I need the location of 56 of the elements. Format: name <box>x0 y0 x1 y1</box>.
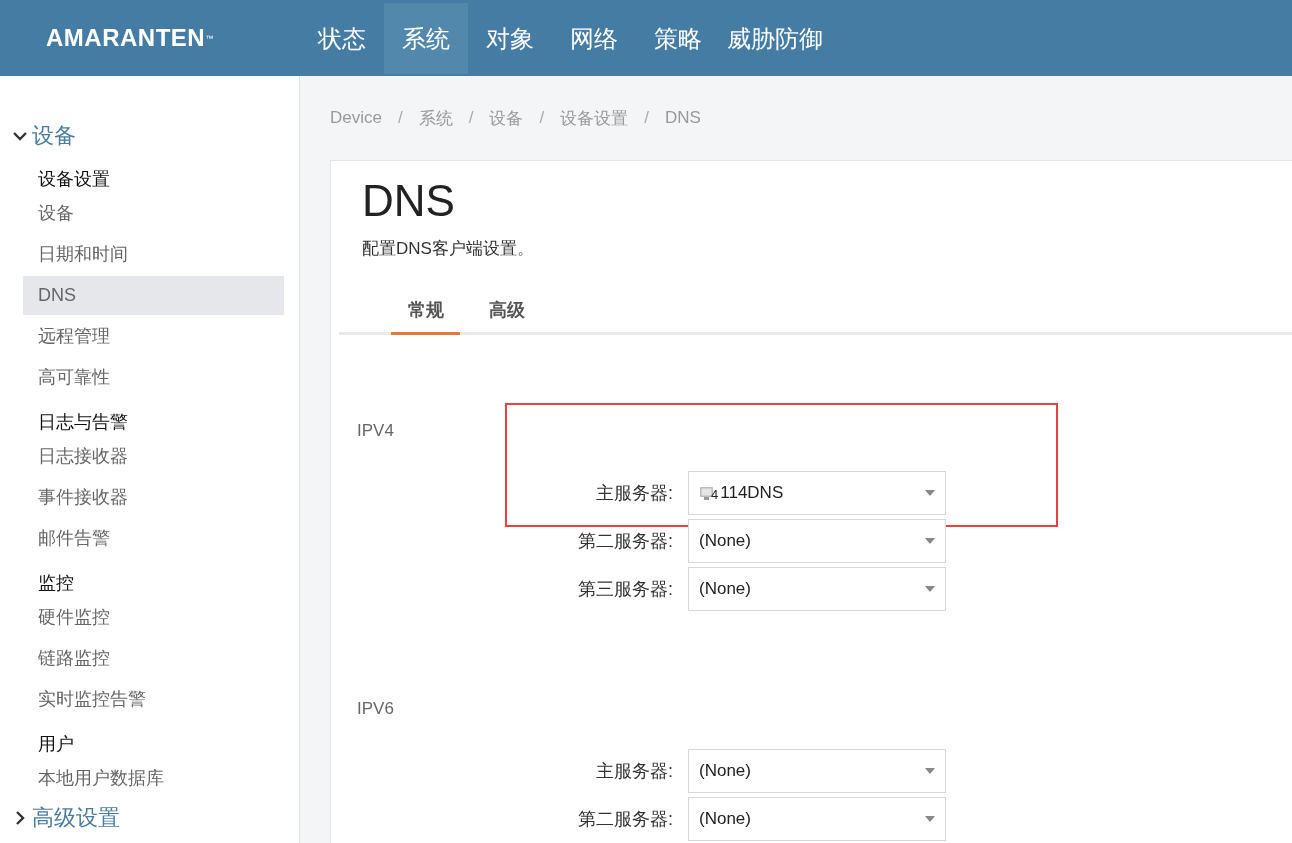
page-description: 配置DNS客户端设置。 <box>362 238 535 260</box>
caret-icon <box>925 538 935 544</box>
sidebar-group[interactable]: 高级设置 <box>0 800 299 836</box>
sidebar-item[interactable]: 设备 <box>23 194 284 233</box>
field-label: 第二服务器: <box>577 530 674 553</box>
sidebar-item[interactable]: 事件接收器 <box>23 478 284 517</box>
dropdown-value: (None) <box>699 809 752 829</box>
dropdown-value: (None) <box>699 531 752 551</box>
section-title: IPV6 <box>357 699 395 720</box>
logo: AMARANTEN$^{™}$ <box>45 23 215 53</box>
dropdown-field[interactable]: (None) <box>688 567 946 611</box>
sidebar-item[interactable]: 链路监控 <box>23 639 284 678</box>
page-title: DNS <box>362 175 456 227</box>
breadcrumb-separator: / <box>539 108 545 128</box>
field-label: 第三服务器: <box>577 578 674 601</box>
sidebar-item[interactable]: 本地用户数据库 <box>23 759 284 798</box>
dropdown-field[interactable]: (None) <box>688 749 946 793</box>
sidebar-item[interactable]: 实时监控告警 <box>23 680 284 719</box>
sidebar-item[interactable]: 日志接收器 <box>23 437 284 476</box>
section-title: IPV4 <box>357 421 395 442</box>
breadcrumb-separator: / <box>644 108 649 128</box>
field-label: 主服务器: <box>595 760 674 783</box>
tab[interactable]: 高级 <box>472 298 541 335</box>
dropdown-value: 114DNS <box>720 483 785 503</box>
nav-tab[interactable]: 策略 <box>636 3 720 74</box>
nav-tab[interactable]: 对象 <box>468 3 552 74</box>
nav-tab[interactable]: 系统 <box>384 3 468 74</box>
field-label: 主服务器: <box>595 482 674 505</box>
nav-tab[interactable]: 状态 <box>300 3 384 74</box>
sidebar-item[interactable]: 硬件监控 <box>23 598 284 637</box>
tab[interactable]: 常规 <box>391 298 460 335</box>
nav-tab[interactable]: 网络 <box>552 3 636 74</box>
dropdown-value: (None) <box>699 761 752 781</box>
caret-icon <box>925 816 935 822</box>
sidebar-item[interactable]: 远程管理 <box>23 317 284 356</box>
sidebar-section-title: 用户 <box>37 733 75 756</box>
sidebar-item[interactable]: 邮件告警 <box>23 519 284 558</box>
sidebar-section-title: 监控 <box>37 572 75 595</box>
dropdown-field[interactable]: (None) <box>688 797 946 841</box>
breadcrumb-separator: / <box>468 108 474 128</box>
dropdown-value: (None) <box>699 579 752 599</box>
dropdown-field[interactable]: 4 114DNS <box>688 471 946 515</box>
sidebar-item[interactable]: 高可靠性 <box>23 358 284 397</box>
sidebar-item[interactable]: 日期和时间 <box>23 235 284 274</box>
sidebar-group[interactable]: 设备 <box>0 118 299 154</box>
field-label: 第二服务器: <box>577 808 674 831</box>
dropdown-field[interactable]: (None) <box>688 519 946 563</box>
breadcrumb-separator: / <box>397 108 403 128</box>
caret-icon <box>925 768 935 774</box>
sidebar-section-title: 设备设置 <box>37 168 111 191</box>
caret-icon <box>925 490 935 496</box>
caret-icon <box>925 586 935 592</box>
nav-tab[interactable]: 威胁防御 <box>720 3 830 74</box>
sidebar-section-title: 日志与告警 <box>37 411 129 434</box>
icon-digit-text: 4 <box>711 488 719 501</box>
sidebar-item[interactable]: DNS <box>23 276 284 315</box>
